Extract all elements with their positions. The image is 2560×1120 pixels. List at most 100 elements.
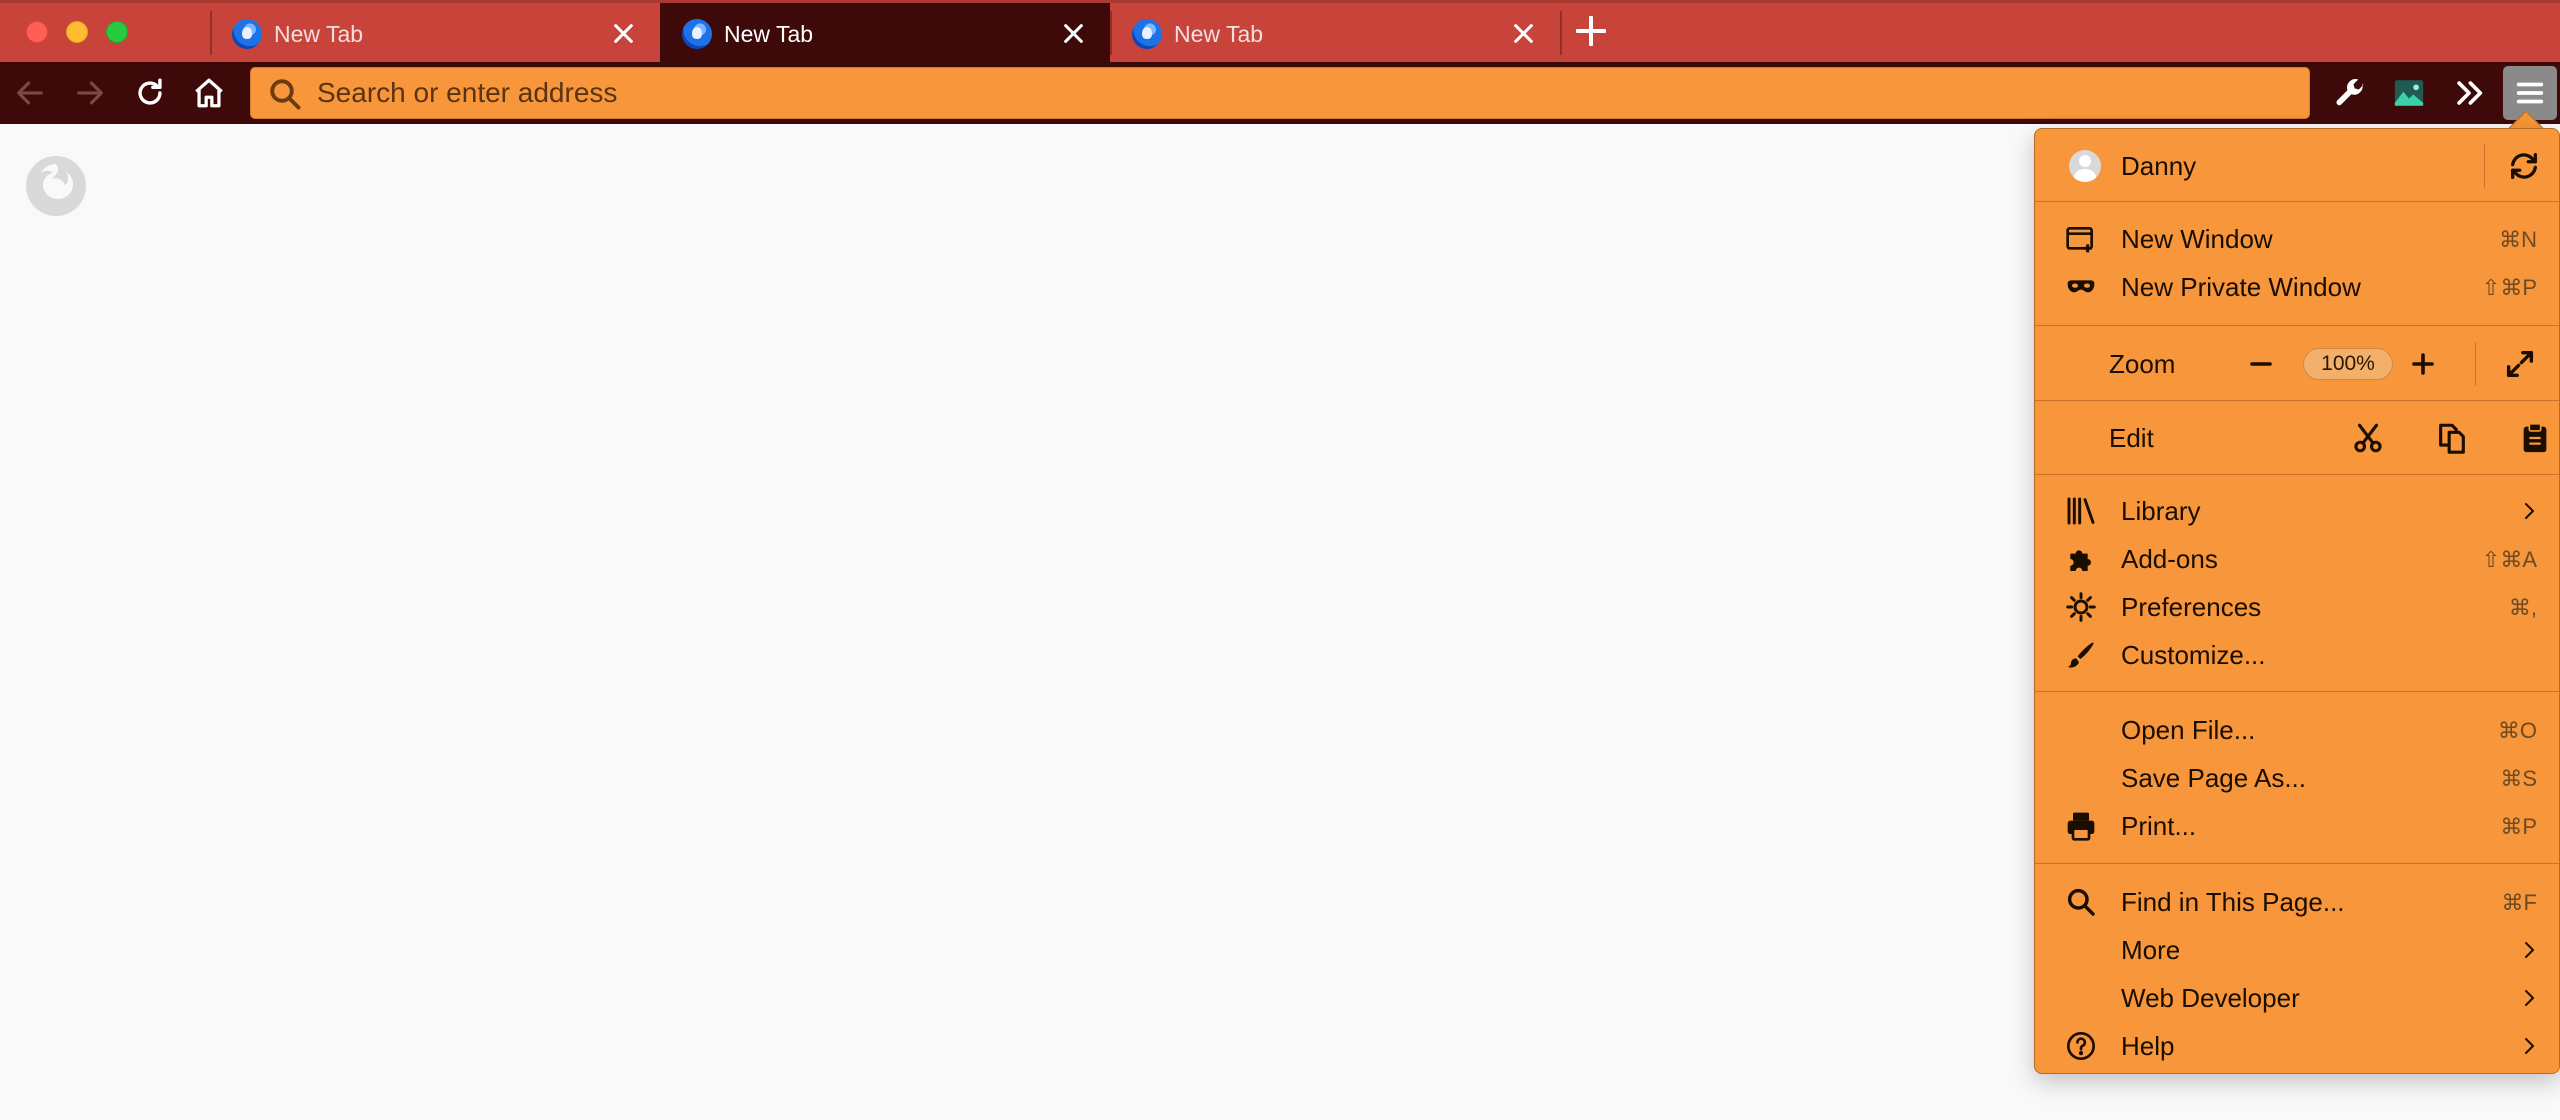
menu-item-find-in-page[interactable]: Find in This Page... ⌘F [2035,878,2559,926]
menu-item-label: New Window [2121,224,2273,254]
tab-title: New Tab [1174,21,1264,47]
firefox-favicon-icon [1132,19,1162,49]
menu-item-open-file[interactable]: Open File... ⌘O [2035,706,2559,754]
chevron-right-icon [2525,503,2534,519]
close-window-button[interactable] [26,21,48,43]
menu-item-new-private-window[interactable]: New Private Window ⇧⌘P [2035,263,2559,311]
menu-item-customize[interactable]: Customize... [2035,631,2559,679]
user-avatar-icon [2069,150,2101,182]
new-window-icon [2065,223,2097,255]
home-icon [195,78,223,108]
menu-item-web-developer[interactable]: Web Developer [2035,974,2559,1022]
overflow-button[interactable] [2447,71,2491,115]
menu-item-preferences[interactable]: Preferences ⌘, [2035,583,2559,631]
search-icon [2065,886,2097,918]
edit-label: Edit [2109,423,2154,453]
private-mask-icon [2065,271,2097,303]
menu-item-addons[interactable]: Add-ons ⇧⌘A [2035,535,2559,583]
menu-item-shortcut: ⇧⌘A [2481,547,2537,572]
hamburger-menu-icon [2516,82,2544,104]
zoom-in-icon[interactable] [2405,346,2441,382]
chevron-right-icon [2525,990,2534,1006]
zoom-label: Zoom [2109,349,2176,379]
address-input[interactable] [317,72,2277,114]
forward-button[interactable] [68,71,112,115]
tab-strip: New Tab New Tab New Tab [0,0,2560,62]
firefox-favicon-icon [682,19,712,49]
paste-icon[interactable] [2518,421,2552,455]
tab-separator [210,11,212,55]
help-circle-icon [2065,1030,2097,1062]
zoom-reset-button[interactable]: 100% [2303,348,2393,380]
developer-tools-button[interactable] [2328,71,2372,115]
menu-item-shortcut: ⇧⌘P [2481,275,2537,300]
menu-item-shortcut: ⌘S [2500,766,2537,791]
menu-item-new-window[interactable]: New Window ⌘N [2035,215,2559,263]
fullscreen-icon[interactable] [2503,347,2537,381]
sync-icon[interactable] [2507,149,2541,183]
user-name: Danny [2121,151,2197,181]
menu-item-shortcut: ⌘N [2499,227,2537,252]
back-arrow-icon [17,81,43,105]
menu-item-label: Customize... [2121,640,2266,670]
minimize-window-button[interactable] [66,21,88,43]
menu-item-shortcut: ⌘F [2501,890,2537,915]
menu-item-print[interactable]: Print... ⌘P [2035,802,2559,850]
open-menu-button[interactable] [2503,66,2557,120]
tab-3[interactable]: New Tab [1110,3,1560,62]
vertical-divider [2475,342,2476,386]
wrench-icon [2336,79,2364,106]
tab-title: New Tab [274,21,364,47]
menu-item-shortcut: ⌘P [2500,814,2537,839]
navigation-toolbar [0,62,2560,124]
cut-icon[interactable] [2351,421,2385,455]
menu-item-label: Save Page As... [2121,763,2307,793]
close-tab-icon[interactable] [1508,18,1538,48]
tab-1[interactable]: New Tab [210,3,660,62]
menu-item-save-page-as[interactable]: Save Page As... ⌘S [2035,754,2559,802]
back-button[interactable] [8,71,52,115]
zoom-out-icon[interactable] [2243,346,2279,382]
edit-controls-row: Edit [2035,414,2559,462]
menu-item-more[interactable]: More [2035,926,2559,974]
menu-item-help[interactable]: Help [2035,1022,2559,1070]
library-icon [2065,495,2097,527]
menu-item-label: More [2121,935,2181,965]
menu-item-shortcut: ⌘, [2508,595,2537,620]
forward-arrow-icon [77,81,103,105]
account-row[interactable]: Danny [2035,142,2559,190]
new-tab-plus-icon[interactable] [1573,13,1609,49]
menu-item-label: Help [2121,1031,2175,1061]
copy-icon[interactable] [2435,421,2469,455]
gear-icon [2065,591,2097,623]
app-menu-panel: Danny New Window ⌘N New Private Window ⇧… [2034,128,2560,1074]
image-extension-icon [2394,80,2424,106]
firefox-favicon-icon [232,19,262,49]
firefox-logo-icon [20,150,92,222]
tab-separator [1110,11,1112,55]
tab-separator [1560,11,1562,55]
menu-item-label: New Private Window [2121,272,2361,302]
menu-item-label: Library [2121,496,2201,526]
chevron-right-icon [2525,942,2534,958]
printer-icon [2065,810,2097,842]
menu-item-shortcut: ⌘O [2497,718,2537,743]
home-button[interactable] [187,71,231,115]
reload-button[interactable] [128,71,172,115]
menu-item-label: Print... [2121,811,2197,841]
close-tab-icon[interactable] [1058,18,1088,48]
chevron-right-icon [2525,1038,2534,1054]
image-extension-button[interactable] [2387,71,2431,115]
zoom-window-button[interactable] [106,21,128,43]
menu-item-label: Preferences [2121,592,2262,622]
vertical-divider [2484,144,2485,188]
zoom-controls-row: Zoom 100% [2035,340,2559,388]
url-bar[interactable] [250,67,2310,119]
close-tab-icon[interactable] [608,18,638,48]
double-chevron-icon [2457,81,2483,105]
tab-title: New Tab [724,21,814,47]
menu-item-library[interactable]: Library [2035,487,2559,535]
menu-item-label: Web Developer [2121,983,2300,1013]
menu-item-label: Find in This Page... [2121,887,2345,917]
tab-2-active[interactable]: New Tab [660,3,1110,62]
